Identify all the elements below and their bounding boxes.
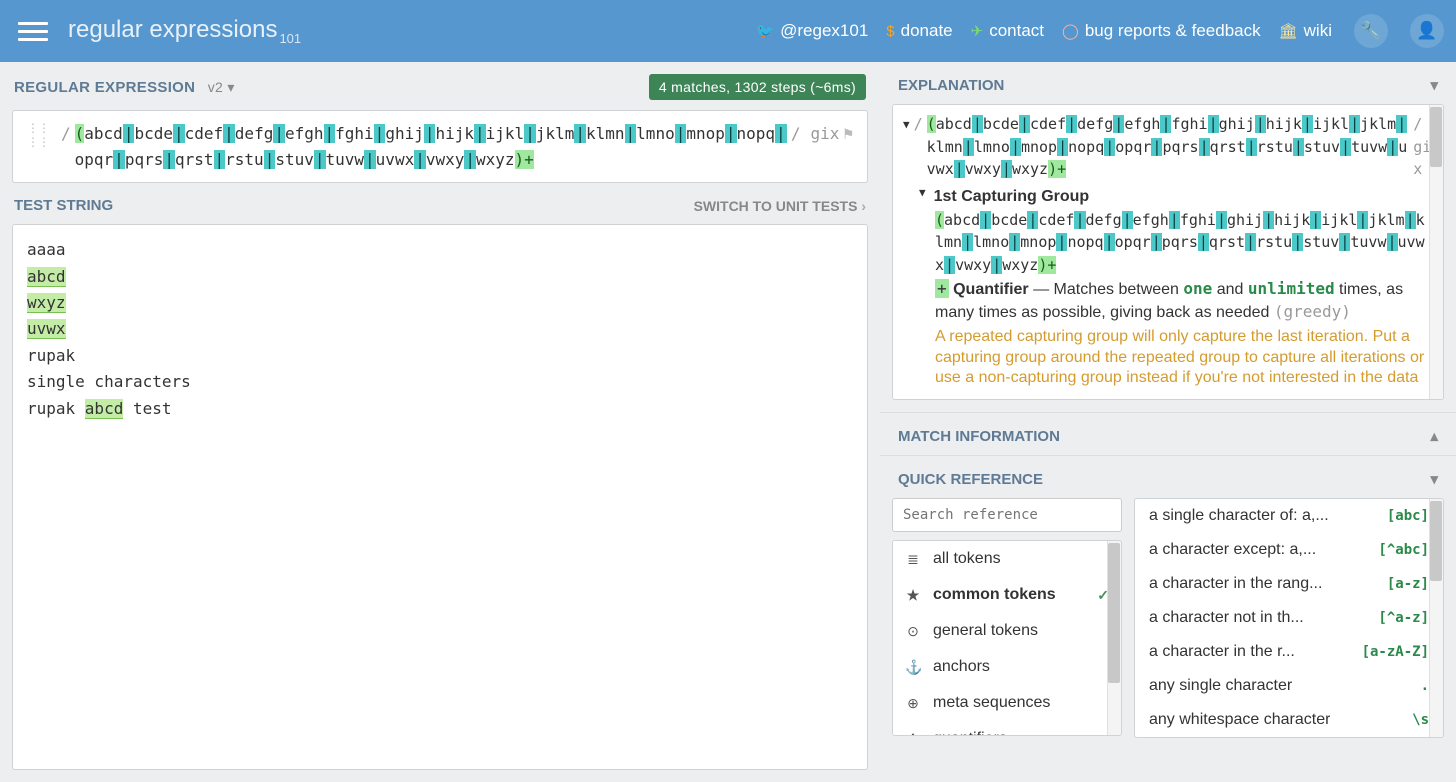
quickref-header[interactable]: QUICK REFERENCE ▾ <box>880 455 1456 498</box>
test-header: TEST STRING SWITCH TO UNIT TESTS <box>0 183 880 224</box>
group-label: 1st Capturing Group <box>934 185 1090 209</box>
search-input[interactable] <box>892 498 1122 532</box>
reference-item[interactable]: a character not in th...[^a-z] <box>1135 601 1443 635</box>
reference-list: a single character of: a,...[abc]a chara… <box>1134 498 1444 738</box>
reference-item[interactable]: any single character. <box>1135 669 1443 703</box>
category-icon: ⚓ <box>905 659 921 676</box>
warning-text: A repeated capturing group will only cap… <box>935 327 1433 389</box>
settings-button[interactable]: 🔧 <box>1354 14 1388 48</box>
reference-item[interactable]: a character in the r...[a-zA-Z] <box>1135 635 1443 669</box>
category-item[interactable]: ★common tokens✓ <box>893 577 1121 613</box>
wiki-icon: 🏛 <box>1279 22 1298 40</box>
switch-unit-tests[interactable]: SWITCH TO UNIT TESTS <box>694 198 866 214</box>
bugs-link[interactable]: ◯bug reports & feedback <box>1062 21 1261 41</box>
quantifier-explanation: + Quantifier — Matches between one and u… <box>935 278 1433 325</box>
drag-handle-icon[interactable]: ⋮⋮⋮⋮ <box>27 121 49 150</box>
reference-item[interactable]: a single character of: a,...[abc] <box>1135 499 1443 533</box>
user-icon: 👤 <box>1416 21 1437 41</box>
category-icon: ✱ <box>905 731 921 737</box>
reference-item[interactable]: a character in the rang...[a-z] <box>1135 567 1443 601</box>
test-title: TEST STRING <box>14 197 113 214</box>
category-item[interactable]: ⊙general tokens <box>893 613 1121 649</box>
category-icon: ≣ <box>905 551 921 568</box>
twitter-link[interactable]: 🐦@regex101 <box>755 21 868 41</box>
regex-header: REGULAR EXPRESSION v2 ▾ 4 matches, 1302 … <box>0 62 880 110</box>
dollar-icon: $ <box>886 23 894 40</box>
wrench-icon: 🔧 <box>1360 21 1381 41</box>
chevron-down-icon[interactable]: ▾ <box>1430 470 1438 488</box>
category-item[interactable]: ⚓anchors <box>893 649 1121 685</box>
expand-icon[interactable]: ▼ <box>919 185 926 202</box>
explanation-body: ▼ / (abcd|bcde|cdef|defg|efgh|fghi|ghij|… <box>892 104 1444 400</box>
donate-link[interactable]: $donate <box>886 21 952 41</box>
reference-item[interactable]: any whitespace character\s <box>1135 703 1443 737</box>
regex-pattern[interactable]: (abcd|bcde|cdef|defg|efgh|fghi|ghij|hijk… <box>75 121 787 172</box>
category-icon: ⊙ <box>905 623 921 640</box>
chevron-up-icon[interactable]: ▴ <box>1430 427 1438 445</box>
twitter-icon: 🐦 <box>755 22 774 40</box>
top-header: regular expressions101 🐦@regex101 $donat… <box>0 0 1456 62</box>
category-list: ≣all tokens★common tokens✓⊙general token… <box>892 540 1122 736</box>
category-item[interactable]: ✱quantifiers <box>893 721 1121 736</box>
category-icon: ⊕ <box>905 695 921 712</box>
logo[interactable]: regular expressions101 <box>68 16 301 46</box>
regex-title: REGULAR EXPRESSION <box>14 79 195 96</box>
explanation-header[interactable]: EXPLANATION ▾ <box>880 62 1456 104</box>
chevron-down-icon: ▾ <box>227 79 234 95</box>
scrollbar[interactable] <box>1429 105 1443 399</box>
expand-icon[interactable]: ▼ <box>903 117 910 134</box>
plane-icon: ✈ <box>971 22 984 40</box>
category-icon: ★ <box>905 587 921 604</box>
wiki-link[interactable]: 🏛wiki <box>1279 21 1332 41</box>
scrollbar[interactable] <box>1429 499 1443 737</box>
header-links: 🐦@regex101 $donate ✈contact ◯bug reports… <box>755 14 1444 48</box>
match-count-badge: 4 matches, 1302 steps (~6ms) <box>649 74 866 100</box>
chevron-down-icon[interactable]: ▾ <box>1430 76 1438 94</box>
match-info-header[interactable]: MATCH INFORMATION ▴ <box>880 412 1456 455</box>
github-icon: ◯ <box>1062 22 1079 40</box>
version-selector[interactable]: v2 ▾ <box>208 79 235 95</box>
user-button[interactable]: 👤 <box>1410 14 1444 48</box>
regex-flags[interactable]: gix <box>810 121 839 147</box>
menu-icon[interactable] <box>18 16 48 46</box>
category-item[interactable]: ⊕meta sequences <box>893 685 1121 721</box>
flag-icon[interactable]: ⚑ <box>843 121 853 147</box>
contact-link[interactable]: ✈contact <box>971 21 1044 41</box>
test-string-input[interactable]: aaaa abcd wxyz uvwx rupak single charact… <box>12 224 868 770</box>
scrollbar[interactable] <box>1107 541 1121 735</box>
reference-item[interactable]: a character except: a,...[^abc] <box>1135 533 1443 567</box>
regex-input[interactable]: ⋮⋮⋮⋮ / (abcd|bcde|cdef|defg|efgh|fghi|gh… <box>12 110 868 183</box>
category-item[interactable]: ≣all tokens <box>893 541 1121 577</box>
